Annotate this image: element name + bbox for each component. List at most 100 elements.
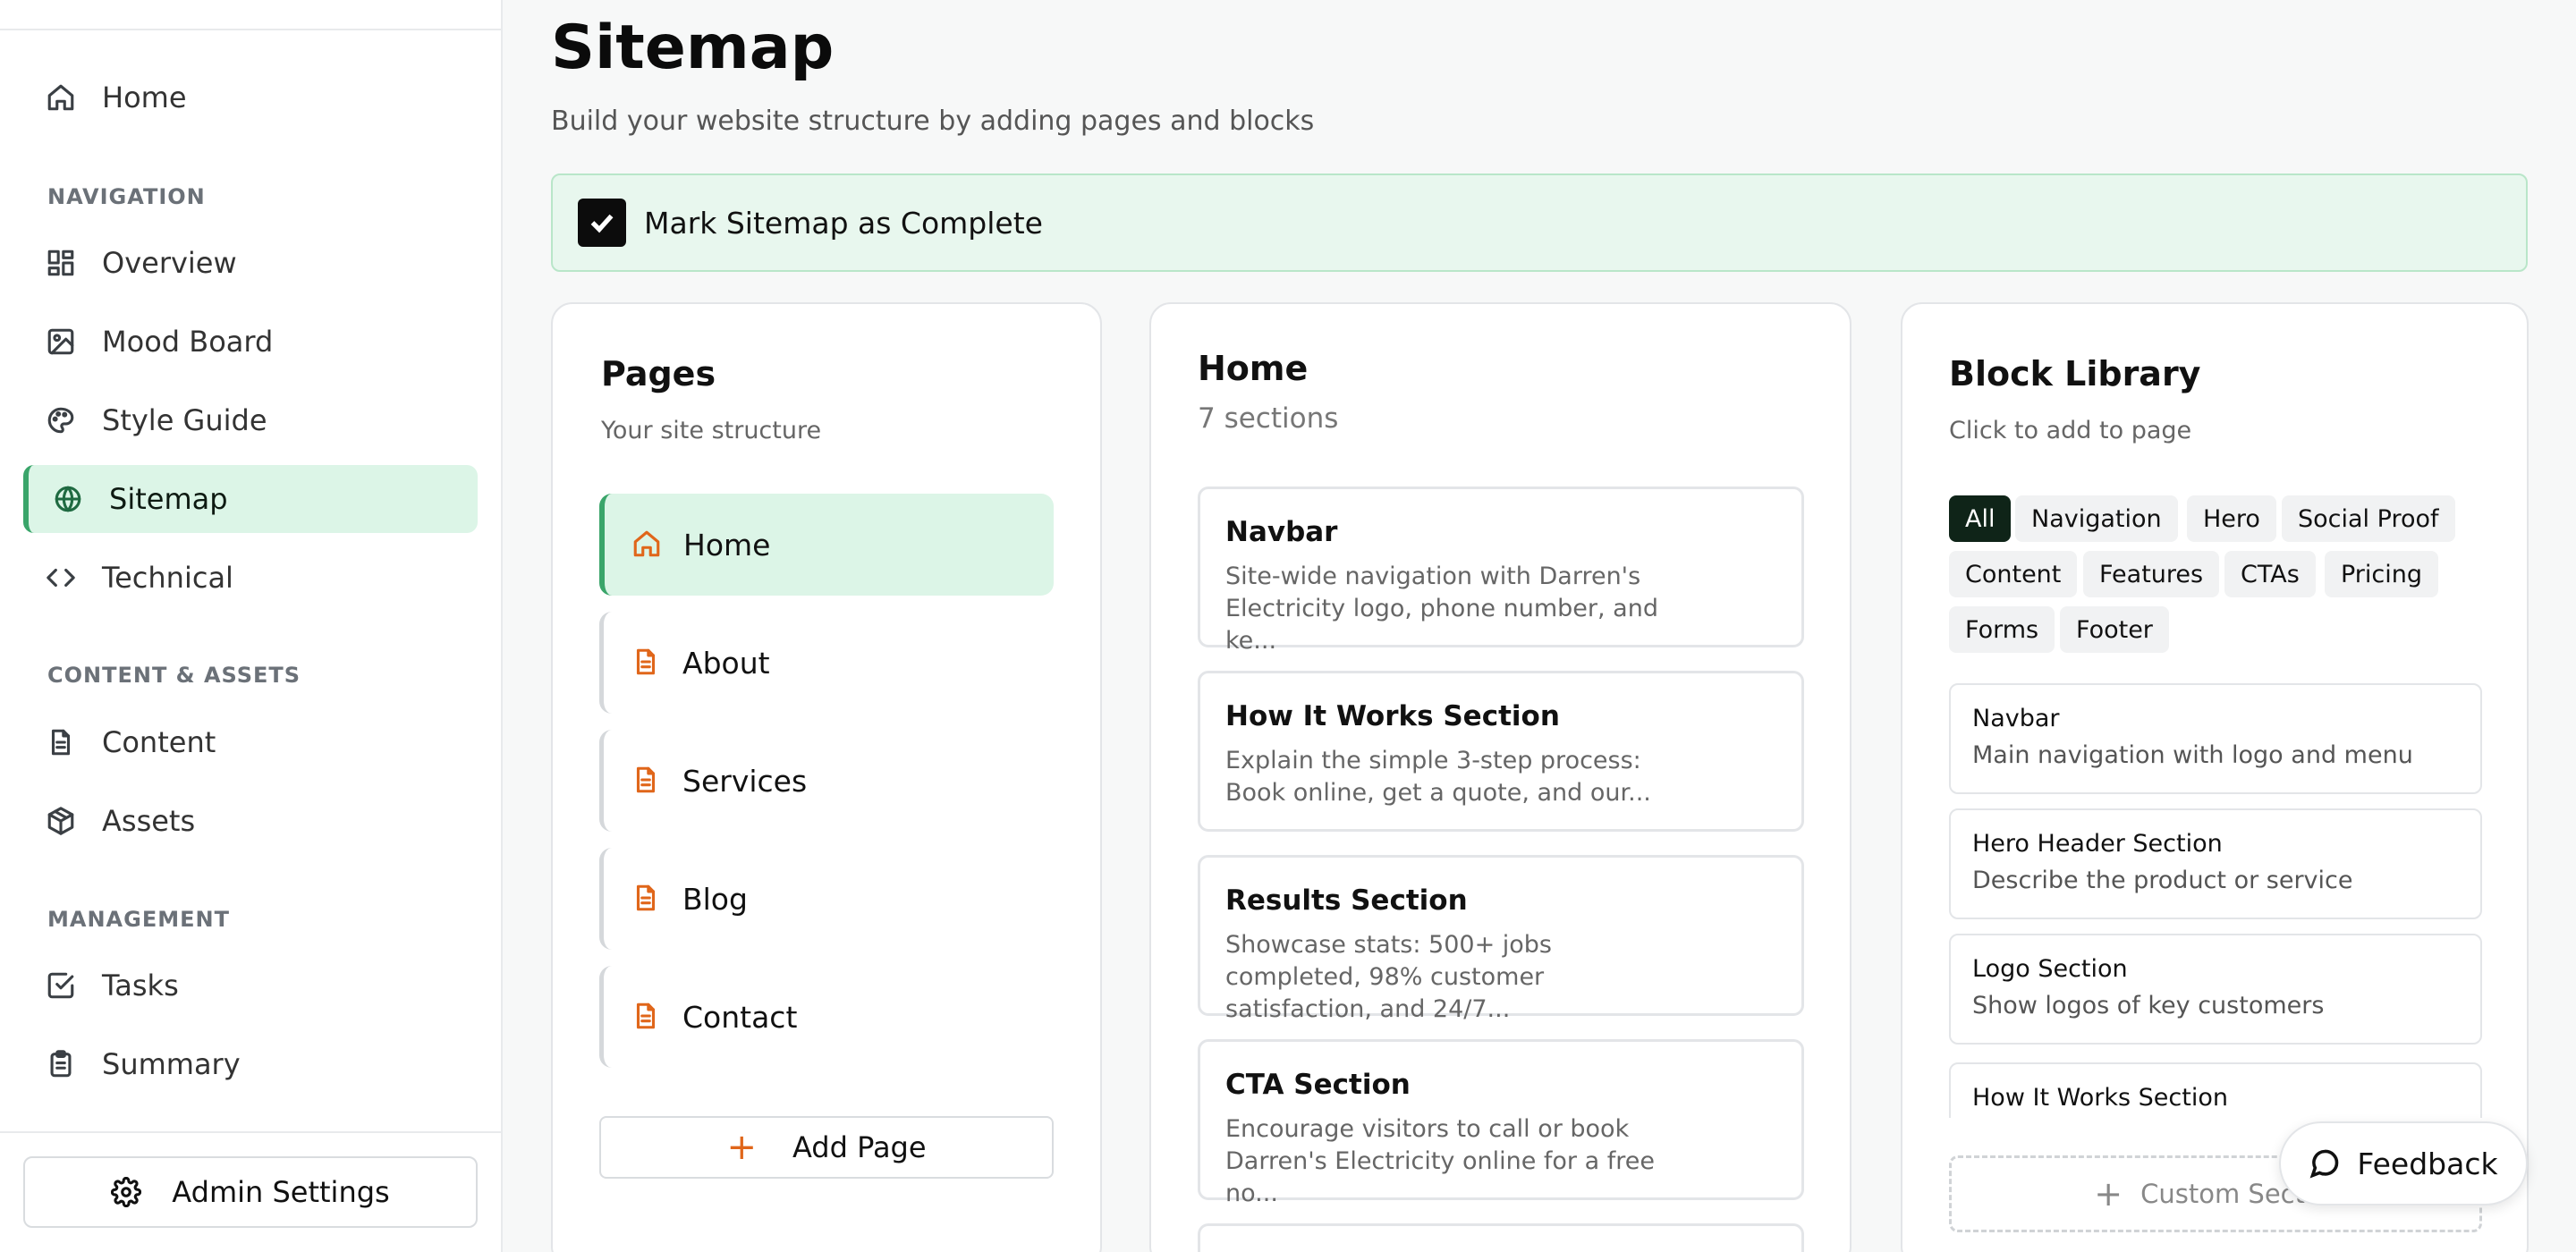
section-card[interactable]: Results Section Showcase stats: 500+ job… — [1198, 855, 1804, 1023]
block-list-clip: How It Works Section — [1949, 1062, 2482, 1118]
block-card[interactable]: How It Works Section — [1949, 1062, 2482, 1118]
sidebar-item-label: Sitemap — [109, 482, 228, 516]
complete-checkbox[interactable] — [578, 199, 626, 247]
sidebar-item-label: Tasks — [102, 969, 179, 1002]
block-card-desc: Main navigation with logo and menu — [1972, 741, 2413, 769]
add-page-label: Add Page — [792, 1130, 927, 1164]
section-card-desc: Site-wide navigation with Darren's Elect… — [1225, 563, 1658, 655]
page-item-label: About — [682, 645, 770, 681]
sidebar-item-label: Style Guide — [102, 403, 267, 437]
section-card-title: How It Works Section — [1225, 700, 1560, 732]
block-library-panel: Block Library Click to add to page All N… — [1901, 302, 2529, 1252]
home-icon — [45, 81, 77, 114]
sidebar-item-label: Content — [102, 725, 216, 759]
block-library-title: Block Library — [1949, 354, 2201, 393]
divider — [0, 1131, 501, 1133]
section-label-navigation: NAVIGATION — [47, 184, 206, 209]
file-text-icon — [631, 647, 663, 679]
section-label-management: MANAGEMENT — [47, 907, 230, 932]
sidebar-item-tasks[interactable]: Tasks — [23, 952, 478, 1019]
sidebar-item-sitemap[interactable]: Sitemap — [23, 465, 478, 533]
check-icon — [590, 214, 614, 233]
page-detail-title: Home — [1198, 349, 1309, 388]
sidebar-item-overview[interactable]: Overview — [23, 229, 478, 297]
sidebar-item-style-guide[interactable]: Style Guide — [23, 386, 478, 454]
sidebar-item-label: Summary — [102, 1047, 241, 1081]
checkbox-icon — [45, 969, 77, 1002]
filter-chip-hero[interactable]: Hero — [2187, 495, 2276, 542]
section-card-desc: Showcase stats: 500+ jobs completed, 98%… — [1225, 931, 1553, 1023]
clipboard-icon — [45, 1048, 77, 1080]
page-sections-panel: Home 7 sections Navbar Site-wide navigat… — [1149, 302, 1852, 1252]
filter-chip-navigation[interactable]: Navigation — [2015, 495, 2178, 542]
sidebar-item-label: Home — [102, 80, 187, 114]
file-text-icon — [631, 883, 663, 915]
sidebar-item-technical[interactable]: Technical — [23, 544, 478, 612]
mark-complete-bar[interactable]: Mark Sitemap as Complete — [551, 173, 2528, 272]
filter-chip-all[interactable]: All — [1949, 495, 2012, 542]
pages-panel: Pages Your site structure Home About Ser… — [551, 302, 1102, 1252]
complete-label: Mark Sitemap as Complete — [644, 205, 1043, 241]
page-item-label: Services — [682, 763, 808, 799]
page-item-services[interactable]: Services — [599, 730, 1054, 832]
block-card-title: How It Works Section — [1972, 1084, 2228, 1112]
plus-icon: + — [726, 1127, 757, 1168]
plus-icon: + — [2094, 1174, 2123, 1214]
palette-icon — [45, 404, 77, 436]
filter-chip-features[interactable]: Features — [2083, 551, 2220, 597]
filter-chip-footer[interactable]: Footer — [2060, 606, 2169, 653]
file-text-icon — [631, 765, 663, 797]
pages-subtitle: Your site structure — [601, 417, 822, 444]
block-card[interactable]: Logo Section Show logos of key customers — [1949, 934, 2482, 1045]
section-card-desc: Encourage visitors to call or book Darre… — [1225, 1115, 1655, 1207]
file-text-icon — [631, 1001, 663, 1033]
section-card-title: CTA Section — [1225, 1069, 1411, 1101]
page-item-blog[interactable]: Blog — [599, 848, 1054, 950]
section-label-content-assets: CONTENT & ASSETS — [47, 663, 301, 688]
page-item-about[interactable]: About — [599, 612, 1054, 714]
block-card-title: Navbar — [1972, 705, 2060, 732]
sidebar-item-content[interactable]: Content — [23, 708, 478, 776]
sidebar-item-label: Mood Board — [102, 325, 274, 359]
page-item-home[interactable]: Home — [599, 494, 1054, 596]
page-item-label: Blog — [682, 881, 748, 917]
block-card[interactable]: Hero Header Section Describe the product… — [1949, 808, 2482, 919]
page-subtitle: Build your website structure by adding p… — [551, 106, 1315, 137]
page-item-contact[interactable]: Contact — [599, 966, 1054, 1068]
sidebar-item-mood-board[interactable]: Mood Board — [23, 308, 478, 376]
block-card-title: Logo Section — [1972, 955, 2128, 983]
sidebar-item-home[interactable]: Home — [23, 63, 478, 131]
home-icon — [631, 529, 664, 561]
image-icon — [45, 326, 77, 358]
sidebar-item-label: Overview — [102, 246, 237, 280]
sidebar-item-label: Technical — [102, 561, 233, 595]
feedback-button[interactable]: Feedback — [2279, 1121, 2528, 1205]
pages-title: Pages — [601, 354, 716, 393]
sidebar-item-assets[interactable]: Assets — [23, 787, 478, 855]
admin-settings-label: Admin Settings — [172, 1175, 390, 1209]
message-circle-icon — [2310, 1149, 2339, 1179]
block-card-desc: Describe the product or service — [1972, 867, 2353, 894]
block-card[interactable]: Navbar Main navigation with logo and men… — [1949, 683, 2482, 794]
section-card[interactable]: How It Works Section Explain the simple … — [1198, 671, 1804, 832]
filter-chip-forms[interactable]: Forms — [1949, 606, 2055, 653]
section-card-title: Navbar — [1225, 516, 1338, 548]
file-text-icon — [45, 726, 77, 758]
section-card-partial[interactable] — [1198, 1223, 1804, 1252]
block-card-desc: Show logos of key customers — [1972, 992, 2325, 1019]
page-item-label: Contact — [682, 999, 798, 1035]
feedback-label: Feedback — [2357, 1146, 2498, 1181]
filter-chip-ctas[interactable]: CTAs — [2224, 551, 2316, 597]
divider — [0, 29, 501, 30]
add-page-button[interactable]: + Add Page — [599, 1116, 1054, 1179]
filter-chip-pricing[interactable]: Pricing — [2325, 551, 2439, 597]
filter-chip-social-proof[interactable]: Social Proof — [2282, 495, 2455, 542]
section-card[interactable]: Navbar Site-wide navigation with Darren'… — [1198, 486, 1804, 655]
block-card-title: Hero Header Section — [1972, 830, 2223, 858]
sidebar-item-summary[interactable]: Summary — [23, 1030, 478, 1098]
filter-chip-content[interactable]: Content — [1949, 551, 2078, 597]
code-icon — [45, 562, 77, 594]
admin-settings-button[interactable]: Admin Settings — [23, 1156, 478, 1228]
section-count: 7 sections — [1198, 402, 1339, 435]
section-card[interactable]: CTA Section Encourage visitors to call o… — [1198, 1039, 1804, 1207]
